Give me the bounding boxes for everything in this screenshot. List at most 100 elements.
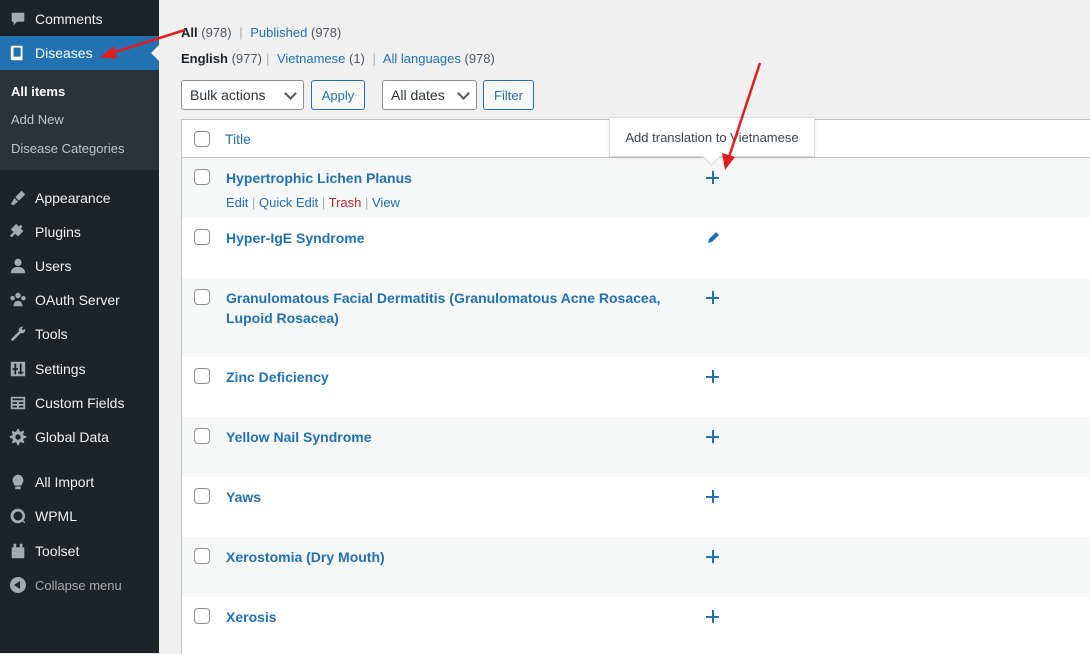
bulk-actions-value: Bulk actions bbox=[190, 87, 266, 103]
menu-appearance[interactable]: Appearance bbox=[0, 181, 159, 215]
row-checkbox[interactable] bbox=[194, 368, 210, 384]
add-translation-plus-icon[interactable] bbox=[705, 429, 721, 445]
menu-label: Global Data bbox=[35, 429, 109, 445]
row-title-link[interactable]: Xerostomia (Dry Mouth) bbox=[226, 547, 696, 567]
menu-label: Tools bbox=[35, 326, 68, 342]
menu-users[interactable]: Users bbox=[0, 249, 159, 283]
row-checkbox[interactable] bbox=[194, 548, 210, 564]
dates-value: All dates bbox=[391, 87, 445, 103]
menu-label: All Import bbox=[35, 474, 95, 490]
submenu-disease-categories[interactable]: Disease Categories bbox=[11, 141, 124, 156]
menu-label: Toolset bbox=[35, 543, 80, 559]
plug-icon bbox=[8, 222, 28, 242]
menu-comments[interactable]: Comments bbox=[0, 2, 159, 36]
lang-all-link[interactable]: All languages bbox=[383, 51, 461, 66]
toolset-icon bbox=[8, 541, 28, 561]
lang-vietnamese-count: (1) bbox=[349, 51, 365, 66]
menu-diseases[interactable]: Diseases bbox=[0, 36, 159, 70]
table-row: Xerosis bbox=[182, 597, 1090, 654]
collapse-menu-button[interactable]: Collapse menu bbox=[0, 568, 159, 602]
menu-label: Settings bbox=[35, 361, 86, 377]
column-title-header[interactable]: Title bbox=[225, 131, 251, 147]
menu-label: Custom Fields bbox=[35, 395, 125, 411]
table-row: Xerostomia (Dry Mouth) bbox=[182, 537, 1090, 597]
row-checkbox[interactable] bbox=[194, 608, 210, 624]
add-translation-plus-icon[interactable] bbox=[705, 170, 721, 186]
apply-button[interactable]: Apply bbox=[311, 80, 365, 110]
collapse-label: Collapse menu bbox=[35, 577, 122, 593]
row-checkbox[interactable] bbox=[194, 488, 210, 504]
separator: | bbox=[265, 51, 270, 66]
group-icon bbox=[8, 290, 28, 310]
gear-icon bbox=[8, 427, 28, 447]
row-title-link[interactable]: Zinc Deficiency bbox=[226, 367, 696, 387]
submenu-add-new[interactable]: Add New bbox=[11, 112, 64, 127]
table-icon bbox=[8, 393, 28, 413]
menu-wpml[interactable]: WPML bbox=[0, 499, 159, 533]
menu-global-data[interactable]: Global Data bbox=[0, 420, 159, 454]
select-all-checkbox[interactable] bbox=[194, 131, 210, 147]
row-checkbox[interactable] bbox=[194, 428, 210, 444]
menu-settings[interactable]: Settings bbox=[0, 352, 159, 386]
trash-link[interactable]: Trash bbox=[329, 195, 362, 210]
row-title-link[interactable]: Xerosis bbox=[226, 607, 696, 627]
view-link[interactable]: View bbox=[372, 195, 400, 210]
filter-button[interactable]: Filter bbox=[483, 80, 534, 110]
wrench-icon bbox=[8, 324, 28, 344]
row-checkbox[interactable] bbox=[194, 289, 210, 305]
menu-label: Users bbox=[35, 258, 72, 274]
row-title-link[interactable]: Hypertrophic Lichen Planus bbox=[226, 168, 696, 188]
translation-tooltip: Add translation to Vietnamese bbox=[609, 117, 815, 166]
filter-published-count: (978) bbox=[310, 25, 342, 40]
posts-table: Title Hypertrophic Lichen Planus Edit | … bbox=[181, 119, 1090, 654]
table-row: Yaws bbox=[182, 477, 1090, 537]
separator: | bbox=[372, 51, 376, 66]
menu-label: Appearance bbox=[35, 190, 111, 206]
menu-custom-fields[interactable]: Custom Fields bbox=[0, 386, 159, 420]
comments-icon bbox=[8, 9, 28, 29]
tooltip-text: Add translation to Vietnamese bbox=[625, 129, 799, 145]
submenu-all-items[interactable]: All items bbox=[11, 84, 65, 99]
table-row: Granulomatous Facial Dermatitis (Granulo… bbox=[182, 278, 1090, 357]
add-translation-plus-icon[interactable] bbox=[705, 290, 721, 306]
menu-oauth-server[interactable]: OAuth Server bbox=[0, 283, 159, 317]
edit-link[interactable]: Edit bbox=[226, 195, 248, 210]
menu-label: Plugins bbox=[35, 224, 81, 240]
filter-all-count: (978) bbox=[201, 25, 232, 40]
book-icon bbox=[8, 43, 28, 63]
add-translation-plus-icon[interactable] bbox=[705, 609, 721, 625]
menu-toolset[interactable]: Toolset bbox=[0, 534, 159, 568]
status-filter-links: All (978) | Published (978) bbox=[181, 25, 341, 40]
brush-icon bbox=[8, 188, 28, 208]
wpml-icon bbox=[8, 506, 28, 526]
menu-tools[interactable]: Tools bbox=[0, 317, 159, 351]
row-actions: Edit | Quick Edit | Trash | View bbox=[226, 195, 400, 210]
active-indicator bbox=[151, 45, 159, 61]
table-row: Hyper-IgE Syndrome bbox=[182, 218, 1090, 278]
row-title-link[interactable]: Hyper-IgE Syndrome bbox=[226, 228, 696, 248]
add-translation-plus-icon[interactable] bbox=[705, 489, 721, 505]
chevron-down-icon bbox=[284, 86, 297, 100]
row-checkbox[interactable] bbox=[194, 229, 210, 245]
table-row: Zinc Deficiency bbox=[182, 357, 1090, 417]
row-checkbox[interactable] bbox=[194, 169, 210, 185]
bulk-actions-select[interactable]: Bulk actions bbox=[181, 80, 304, 110]
menu-plugins[interactable]: Plugins bbox=[0, 215, 159, 249]
row-title-link[interactable]: Yaws bbox=[226, 487, 696, 507]
import-icon bbox=[8, 472, 28, 492]
collapse-icon bbox=[8, 575, 28, 595]
add-translation-plus-icon[interactable] bbox=[705, 549, 721, 565]
menu-all-import[interactable]: All Import bbox=[0, 465, 159, 499]
filter-published-link[interactable]: Published bbox=[250, 25, 307, 40]
add-translation-plus-icon[interactable] bbox=[705, 369, 721, 385]
lang-english-link[interactable]: English bbox=[181, 51, 228, 66]
row-title-link[interactable]: Yellow Nail Syndrome bbox=[226, 427, 696, 447]
table-row: Hypertrophic Lichen Planus Edit | Quick … bbox=[182, 158, 1090, 218]
row-title-link[interactable]: Granulomatous Facial Dermatitis (Granulo… bbox=[226, 288, 696, 328]
dates-select[interactable]: All dates bbox=[382, 80, 477, 110]
quick-edit-link[interactable]: Quick Edit bbox=[259, 195, 318, 210]
filter-all-link[interactable]: All bbox=[181, 25, 198, 40]
chevron-down-icon bbox=[457, 86, 470, 100]
pencil-icon[interactable] bbox=[705, 230, 721, 246]
lang-vietnamese-link[interactable]: Vietnamese bbox=[277, 51, 345, 66]
